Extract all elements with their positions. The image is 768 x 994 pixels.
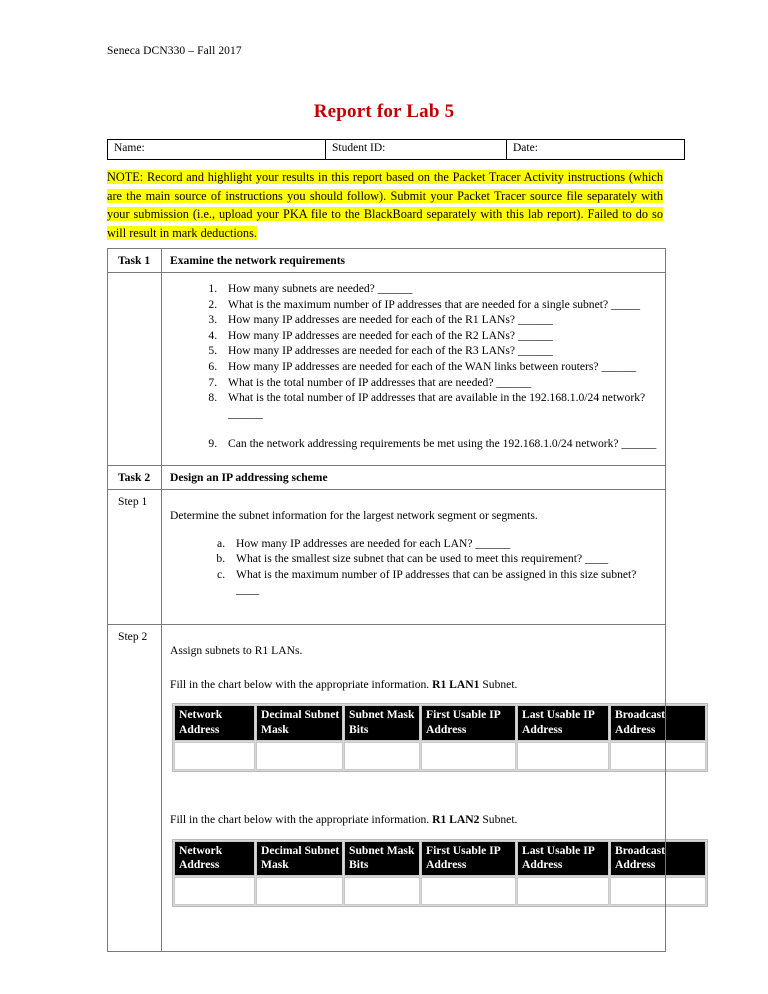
- chart1-cell-decimal-subnet-mask[interactable]: [256, 741, 343, 770]
- chart2-cell-broadcast-address[interactable]: [610, 877, 706, 906]
- step1-content-cell: Determine the subnet information for the…: [161, 488, 666, 625]
- chart1-caption: Fill in the chart below with the appropr…: [170, 677, 659, 693]
- task2-label-cell: Task 2: [107, 464, 162, 490]
- chart1-col-subnet-mask-bits: Subnet Mask Bits: [344, 705, 420, 741]
- chart1-cell-broadcast-address[interactable]: [610, 741, 706, 770]
- step2-intro: Assign subnets to R1 LANs.: [170, 643, 303, 657]
- identity-row: Name: Student ID: Date:: [107, 139, 685, 160]
- step2-label-cell: Step 2: [107, 623, 162, 953]
- task2-heading: Design an IP addressing scheme: [170, 470, 328, 484]
- chart1-col-first-usable-ip: First Usable IP Address: [421, 705, 516, 741]
- lab-body-table: Task 1 Examine the network requirements …: [107, 248, 708, 953]
- chart2-header-row: Network Address Decimal Subnet Mask Subn…: [174, 840, 706, 877]
- step2-row: Step 2 Assign subnets to R1 LANs. Fill i…: [107, 623, 708, 953]
- chart1-cell-subnet-mask-bits[interactable]: [344, 741, 420, 770]
- task2-label: Task 2: [118, 470, 151, 484]
- step2-gap-1: [170, 659, 659, 677]
- r1-lan2-subnet-table: Network Address Decimal Subnet Mask Subn…: [172, 838, 708, 908]
- chart2-col-first-usable-ip: First Usable IP Address: [421, 840, 516, 877]
- chart1-caption-prefix: Fill in the chart below with the appropr…: [170, 677, 433, 691]
- chart2-cell-decimal-subnet-mask[interactable]: [256, 877, 343, 906]
- table-row: [174, 741, 706, 770]
- chart1-caption-gap: [170, 692, 659, 703]
- chart2-caption-suffix: Subnet.: [479, 812, 518, 826]
- task1-questions-cell: How many subnets are needed? ______ What…: [161, 272, 666, 466]
- step1-bottom-spacer: [170, 598, 659, 624]
- step1-label-cell: Step 1: [107, 488, 162, 625]
- step1-row: Step 1 Determine the subnet information …: [107, 488, 666, 625]
- date-field-cell[interactable]: Date:: [506, 139, 685, 160]
- task1-question-item: How many IP addresses are needed for eac…: [220, 312, 665, 328]
- student-id-field-cell[interactable]: Student ID:: [325, 139, 507, 160]
- task1-question-spacer: [220, 421, 665, 436]
- chart2-cell-last-usable-ip[interactable]: [517, 877, 609, 906]
- chart1-caption-suffix: Subnet.: [479, 677, 518, 691]
- task1-question-item: What is the total number of IP addresses…: [220, 375, 665, 391]
- chart1-cell-first-usable-ip[interactable]: [421, 741, 516, 770]
- identity-table: Name: Student ID: Date:: [107, 139, 685, 160]
- chart2-col-network-address: Network Address: [174, 840, 255, 877]
- task1-empty-label-cell: [107, 272, 162, 466]
- task1-question-item: Can the network addressing requirements …: [220, 436, 665, 452]
- task1-question-list: How many subnets are needed? ______ What…: [162, 281, 665, 452]
- task2-heading-cell: Design an IP addressing scheme: [161, 464, 666, 490]
- task1-question-item: What is the total number of IP addresses…: [220, 390, 665, 421]
- step1-question-list: How many IP addresses are needed for eac…: [170, 536, 659, 598]
- step1-label: Step 1: [118, 494, 148, 508]
- document-running-header: Seneca DCN330 – Fall 2017: [107, 45, 242, 57]
- task1-question-item: How many IP addresses are needed for eac…: [220, 328, 665, 344]
- chart2-caption-gap: [170, 828, 659, 839]
- step1-question-item: What is the maximum number of IP address…: [228, 567, 659, 598]
- step2-top-spacer: [170, 625, 659, 643]
- r1-lan1-subnet-table: Network Address Decimal Subnet Mask Subn…: [172, 703, 708, 772]
- step2-bottom-spacer: [170, 907, 659, 951]
- task1-content-row: How many subnets are needed? ______ What…: [107, 272, 666, 466]
- step1-intro: Determine the subnet information for the…: [170, 508, 538, 522]
- step2-content-cell: Assign subnets to R1 LANs. Fill in the c…: [161, 623, 708, 953]
- chart1-col-last-usable-ip: Last Usable IP Address: [517, 705, 609, 741]
- step1-question-item: How many IP addresses are needed for eac…: [228, 536, 659, 552]
- document-page: Seneca DCN330 – Fall 2017 Report for Lab…: [0, 0, 768, 994]
- chart2-col-decimal-subnet-mask: Decimal Subnet Mask: [256, 840, 343, 877]
- name-field-cell[interactable]: Name:: [107, 139, 326, 160]
- task1-label: Task 1: [118, 254, 151, 267]
- chart1-caption-subject: R1 LAN1: [432, 677, 480, 691]
- task1-heading: Examine the network requirements: [170, 254, 346, 267]
- chart2-col-subnet-mask-bits: Subnet Mask Bits: [344, 840, 420, 877]
- chart1-to-chart2-gap: [170, 772, 659, 812]
- note-text: NOTE: Record and highlight your results …: [107, 170, 663, 240]
- page-title: Report for Lab 5: [313, 101, 455, 122]
- chart1-cell-last-usable-ip[interactable]: [517, 741, 609, 770]
- chart1-col-decimal-subnet-mask: Decimal Subnet Mask: [256, 705, 343, 741]
- chart2-cell-network-address[interactable]: [174, 877, 255, 906]
- chart2-caption: Fill in the chart below with the appropr…: [170, 812, 659, 828]
- task2-heading-row: Task 2 Design an IP addressing scheme: [107, 464, 666, 490]
- chart2-cell-subnet-mask-bits[interactable]: [344, 877, 420, 906]
- task1-question-item: What is the maximum number of IP address…: [220, 297, 665, 313]
- step1-top-spacer: [170, 490, 659, 508]
- task1-heading-cell: Examine the network requirements: [161, 248, 666, 273]
- task1-question-item: How many IP addresses are needed for eac…: [220, 343, 665, 359]
- task1-question-item: How many IP addresses are needed for eac…: [220, 359, 665, 375]
- chart2-cell-first-usable-ip[interactable]: [421, 877, 516, 906]
- chart1-cell-network-address[interactable]: [174, 741, 255, 770]
- note-block: NOTE: Record and highlight your results …: [107, 168, 663, 242]
- step2-label: Step 2: [118, 629, 148, 643]
- task1-question-item: How many subnets are needed? ______: [220, 281, 665, 297]
- task1-bottom-spacer: [162, 454, 665, 465]
- chart1-col-broadcast-address: Broadcast Address: [610, 705, 706, 741]
- chart1-col-network-address: Network Address: [174, 705, 255, 741]
- chart2-caption-prefix: Fill in the chart below with the appropr…: [170, 812, 433, 826]
- chart1-header-row: Network Address Decimal Subnet Mask Subn…: [174, 705, 706, 741]
- chart2-caption-subject: R1 LAN2: [432, 812, 480, 826]
- task1-heading-row: Task 1 Examine the network requirements: [107, 248, 666, 273]
- step1-question-item: What is the smallest size subnet that ca…: [228, 551, 659, 567]
- task1-label-cell: Task 1: [107, 248, 162, 273]
- chart2-col-last-usable-ip: Last Usable IP Address: [517, 840, 609, 877]
- table-row: [174, 877, 706, 906]
- chart2-col-broadcast-address: Broadcast Address: [610, 840, 706, 877]
